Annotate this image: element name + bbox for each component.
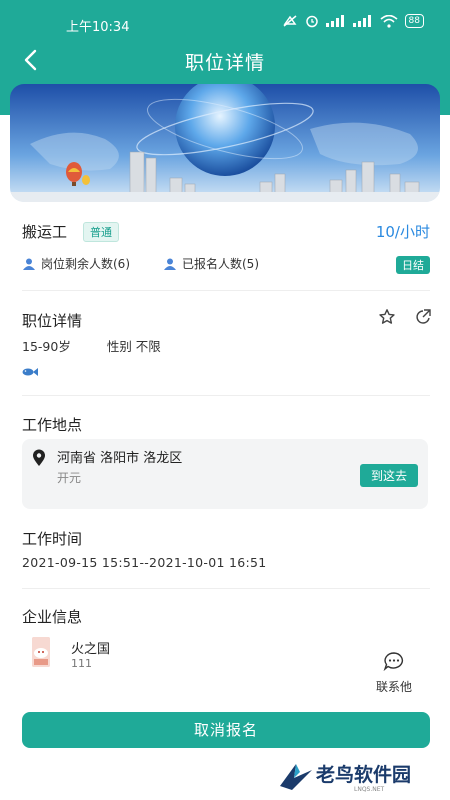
location-detail: 开元: [57, 471, 82, 485]
bird-logo-icon: [280, 764, 312, 790]
status-time: 上午10:34: [66, 20, 130, 35]
company-name: 火之国: [71, 642, 111, 657]
status-icons: 88: [282, 14, 424, 28]
settlement-badge: 日结: [396, 256, 430, 274]
navigate-button[interactable]: 到这去: [359, 464, 418, 487]
registered-count-label: 已报名人数(5): [182, 257, 259, 271]
company-subtitle: 111: [71, 657, 92, 670]
work-location-title: 工作地点: [22, 416, 83, 434]
company-logo: [32, 637, 50, 667]
navigation-bar: 职位详情: [0, 44, 450, 78]
work-time-title: 工作时间: [22, 530, 83, 548]
job-requirements: 15-90岁 性别 不限: [22, 336, 197, 355]
divider: [22, 290, 430, 291]
person-icon: [164, 258, 176, 270]
job-count-row: 岗位剩余人数(6) 已报名人数(5) 日结: [22, 255, 430, 275]
chat-icon: [383, 652, 404, 672]
company-info-title: 企业信息: [22, 608, 83, 626]
signal-icon: [325, 15, 344, 27]
location-pin-icon: [33, 449, 45, 466]
wifi-icon: [380, 14, 398, 28]
watermark-text: 老鸟软件园: [316, 764, 412, 786]
remaining-count: 岗位剩余人数(6): [22, 255, 130, 272]
job-detail-title: 职位详情: [22, 312, 83, 330]
gender-requirement: 性别 不限: [106, 339, 161, 354]
contact-button[interactable]: 联系他: [370, 651, 418, 695]
watermark-subtext: LNQS.NET: [354, 786, 385, 793]
job-summary-row: 搬运工 普通 10/小时: [22, 220, 430, 242]
divider: [22, 588, 430, 589]
job-banner-image: [10, 84, 440, 202]
watermark: 老鸟软件园 LNQS.NET: [278, 758, 448, 798]
job-salary: 10/小时: [375, 223, 430, 241]
remaining-count-label: 岗位剩余人数(6): [41, 257, 130, 271]
divider: [22, 395, 430, 396]
detail-actions: [378, 308, 432, 326]
person-icon: [23, 258, 35, 270]
signal-icon-2: [352, 15, 371, 27]
registered-count: 已报名人数(5): [163, 255, 259, 272]
cancel-registration-button[interactable]: 取消报名: [22, 712, 430, 748]
mute-icon: [283, 15, 297, 27]
page-title: 职位详情: [184, 52, 265, 74]
location-address: 河南省 洛阳市 洛龙区: [57, 451, 183, 466]
share-icon[interactable]: [414, 308, 432, 326]
job-type-tag: 普通: [83, 222, 119, 242]
star-icon[interactable]: [378, 308, 396, 326]
work-time-range: 2021-09-15 15:51--2021-10-01 16:51: [22, 555, 267, 570]
fish-icon: [22, 362, 38, 381]
battery-indicator: 88: [404, 14, 424, 28]
job-title: 搬运工: [22, 223, 68, 241]
status-bar: 上午10:34 88: [0, 0, 450, 44]
age-requirement: 15-90岁: [22, 339, 71, 354]
contact-label: 联系他: [375, 680, 412, 694]
location-card: 河南省 洛阳市 洛龙区 开元 到这去: [22, 439, 428, 509]
alarm-icon: [305, 15, 318, 28]
